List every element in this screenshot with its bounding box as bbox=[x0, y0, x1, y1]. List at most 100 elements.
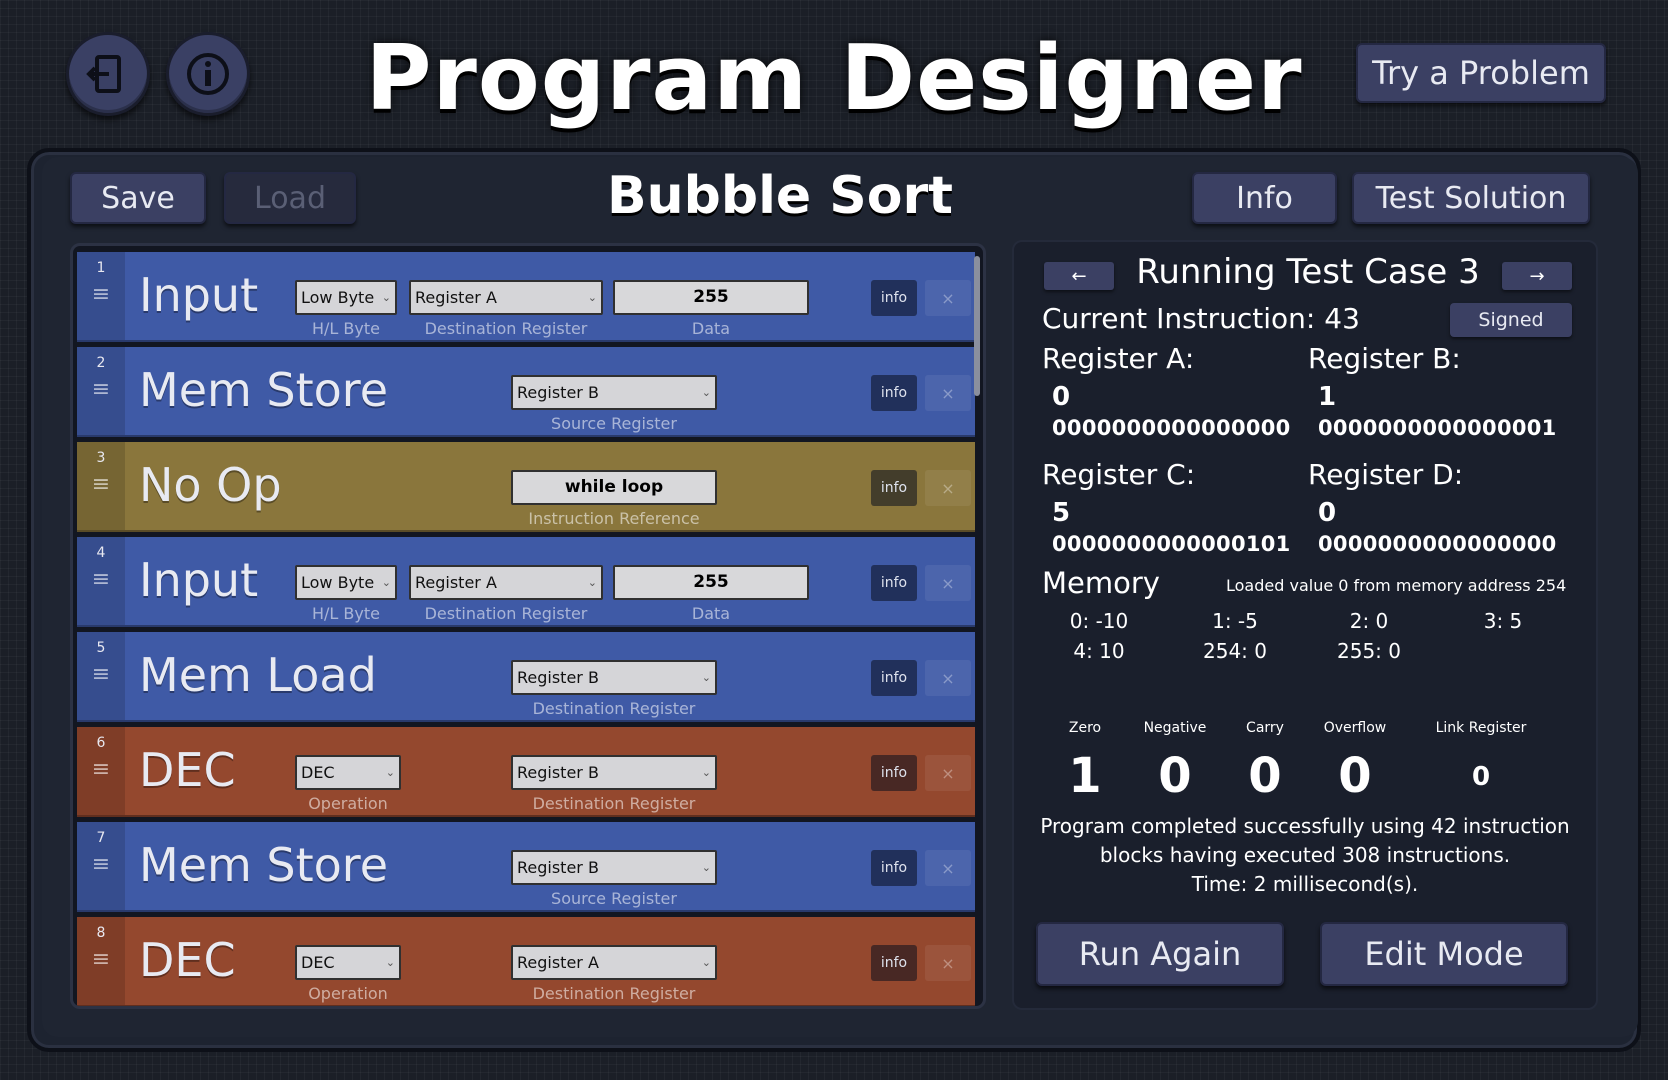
select-value: Register B bbox=[517, 668, 599, 687]
delete-block-button[interactable]: × bbox=[925, 280, 971, 316]
register-select[interactable]: Register B ⌄ bbox=[511, 755, 717, 790]
instruction-name: Mem Store bbox=[139, 363, 389, 417]
hl-byte-select[interactable]: Low Byte ⌄ bbox=[295, 280, 397, 315]
field-label: Data bbox=[691, 319, 731, 338]
drag-handle-icon[interactable]: ≡ bbox=[77, 282, 125, 307]
register-select[interactable]: Register A ⌄ bbox=[409, 280, 603, 315]
chevron-down-icon: ⌄ bbox=[381, 291, 391, 304]
line-number: 4 bbox=[96, 545, 106, 561]
line-number: 1 bbox=[96, 260, 106, 276]
operation-select[interactable]: DEC ⌄ bbox=[295, 755, 401, 790]
data-input[interactable]: 255 bbox=[613, 280, 809, 315]
instruction-block-dec[interactable]: 6 ≡ DEC DEC ⌄ Operation Register B ⌄ Desti… bbox=[77, 727, 975, 817]
register-select[interactable]: Register A ⌄ bbox=[409, 565, 603, 600]
block-info-button[interactable]: info bbox=[871, 375, 917, 411]
delete-block-button[interactable]: × bbox=[925, 470, 971, 506]
instruction-reference-input[interactable]: while loop bbox=[511, 470, 717, 505]
register-b-value: 1 bbox=[1318, 382, 1337, 412]
instruction-block-dec[interactable]: 8 ≡ DEC DEC ⌄ Operation Register A ⌄ Desti… bbox=[77, 917, 975, 1006]
flag-overflow-label: Overflow bbox=[1323, 720, 1387, 736]
delete-block-button[interactable]: × bbox=[925, 375, 971, 411]
instruction-block-input[interactable]: 4 ≡ Input Low Byte ⌄ H/L Byte Register A ⌄… bbox=[77, 537, 975, 627]
block-info-button[interactable]: info bbox=[871, 470, 917, 506]
field-label: Destination Register bbox=[424, 319, 588, 338]
block-info-button[interactable]: info bbox=[871, 755, 917, 791]
next-test-case-button[interactable]: → bbox=[1502, 262, 1572, 290]
chevron-down-icon: ⌄ bbox=[385, 766, 395, 779]
previous-test-case-button[interactable]: ← bbox=[1044, 262, 1114, 290]
instruction-block-mem-store[interactable]: 2 ≡ Mem Store Register B ⌄ Source Registe… bbox=[77, 347, 975, 437]
block-info-button[interactable]: info bbox=[871, 850, 917, 886]
instruction-block-input[interactable]: 1 ≡ Input Low Byte ⌄ H/L Byte Register A ⌄… bbox=[77, 252, 975, 342]
register-select[interactable]: Register B ⌄ bbox=[511, 660, 717, 695]
register-select[interactable]: Register A ⌄ bbox=[511, 945, 717, 980]
register-b-binary: 0000000000000001 bbox=[1318, 416, 1557, 440]
field-label: Destination Register bbox=[532, 794, 696, 813]
try-a-problem-button[interactable]: Try a Problem bbox=[1356, 43, 1606, 103]
register-d-label: Register D: bbox=[1308, 458, 1464, 491]
drag-handle-icon[interactable]: ≡ bbox=[77, 377, 125, 402]
edit-mode-button[interactable]: Edit Mode bbox=[1320, 922, 1568, 986]
delete-block-button[interactable]: × bbox=[925, 945, 971, 981]
operation-select[interactable]: DEC ⌄ bbox=[295, 945, 401, 980]
data-input[interactable]: 255 bbox=[613, 565, 809, 600]
chevron-down-icon: ⌄ bbox=[701, 766, 711, 779]
field-label: Data bbox=[691, 604, 731, 623]
block-info-button[interactable]: info bbox=[871, 660, 917, 696]
select-value: Register A bbox=[415, 573, 497, 592]
register-select[interactable]: Register B ⌄ bbox=[511, 850, 717, 885]
hl-byte-select[interactable]: Low Byte ⌄ bbox=[295, 565, 397, 600]
instruction-block-mem-store[interactable]: 7 ≡ Mem Store Register B ⌄ Source Registe… bbox=[77, 822, 975, 912]
save-button[interactable]: Save bbox=[70, 172, 206, 224]
program-list[interactable]: 1 ≡ Input Low Byte ⌄ H/L Byte Register A ⌄… bbox=[70, 243, 986, 1009]
scrollbar[interactable] bbox=[974, 256, 980, 396]
line-number: 8 bbox=[96, 925, 106, 941]
register-select[interactable]: Register B ⌄ bbox=[511, 375, 717, 410]
line-number: 6 bbox=[96, 735, 106, 751]
instruction-name: Input bbox=[139, 553, 259, 607]
block-info-button[interactable]: info bbox=[871, 945, 917, 981]
instruction-name: Mem Load bbox=[139, 648, 377, 702]
status-line: blocks having executed 308 instructions. bbox=[1099, 843, 1511, 867]
run-again-button[interactable]: Run Again bbox=[1036, 922, 1284, 986]
puzzle-title: Bubble Sort bbox=[607, 166, 953, 226]
chevron-down-icon: ⌄ bbox=[381, 576, 391, 589]
link-register-label: Link Register bbox=[1435, 720, 1527, 736]
instruction-name: DEC bbox=[139, 743, 236, 797]
chevron-down-icon: ⌄ bbox=[587, 576, 597, 589]
test-case-title: Running Test Case 3 bbox=[1136, 252, 1480, 292]
drag-handle-icon[interactable]: ≡ bbox=[77, 662, 125, 687]
load-button[interactable]: Load bbox=[224, 172, 356, 224]
delete-block-button[interactable]: × bbox=[925, 850, 971, 886]
field-label: Operation bbox=[308, 984, 388, 1003]
memory-cell: 4: 10 bbox=[1073, 639, 1125, 663]
status-line: Time: 2 millisecond(s). bbox=[1191, 872, 1419, 896]
line-number: 3 bbox=[96, 450, 106, 466]
drag-handle-icon[interactable]: ≡ bbox=[77, 567, 125, 592]
test-solution-button[interactable]: Test Solution bbox=[1352, 172, 1590, 224]
drag-handle-icon[interactable]: ≡ bbox=[77, 757, 125, 782]
select-value: Register B bbox=[517, 383, 599, 402]
drag-handle-icon[interactable]: ≡ bbox=[77, 472, 125, 497]
instruction-block-mem-load[interactable]: 5 ≡ Mem Load Register B ⌄ Destination Reg… bbox=[77, 632, 975, 722]
delete-block-button[interactable]: × bbox=[925, 755, 971, 791]
select-value: DEC bbox=[301, 763, 335, 782]
field-label: Destination Register bbox=[424, 604, 588, 623]
field-label: Source Register bbox=[551, 889, 677, 908]
instruction-name: Input bbox=[139, 268, 259, 322]
register-a-binary: 0000000000000000 bbox=[1052, 416, 1291, 440]
delete-block-button[interactable]: × bbox=[925, 660, 971, 696]
puzzle-info-button[interactable]: Info bbox=[1192, 172, 1337, 224]
signed-toggle-button[interactable]: Signed bbox=[1450, 303, 1572, 337]
block-info-button[interactable]: info bbox=[871, 565, 917, 601]
memory-cell: 3: 5 bbox=[1483, 609, 1523, 633]
drag-handle-icon[interactable]: ≡ bbox=[77, 852, 125, 877]
instruction-block-no-op[interactable]: 3 ≡ No Op while loop Instruction Referen… bbox=[77, 442, 975, 532]
block-info-button[interactable]: info bbox=[871, 280, 917, 316]
flag-overflow-value: 0 bbox=[1338, 748, 1372, 804]
drag-handle-icon[interactable]: ≡ bbox=[77, 947, 125, 972]
memory-cell: 255: 0 bbox=[1337, 639, 1401, 663]
instruction-name: No Op bbox=[139, 458, 282, 512]
delete-block-button[interactable]: × bbox=[925, 565, 971, 601]
memory-cell: 0: -10 bbox=[1069, 609, 1129, 633]
